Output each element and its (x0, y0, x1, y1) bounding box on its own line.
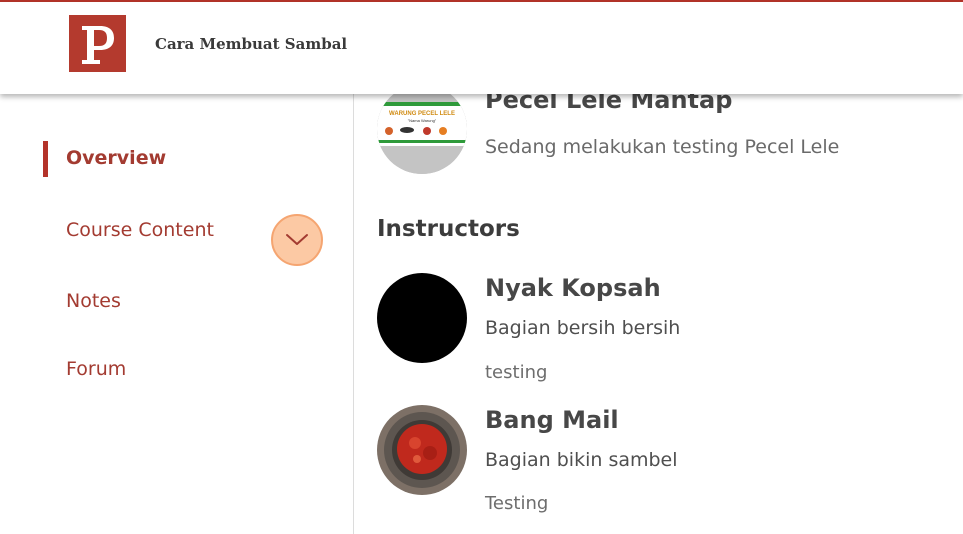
chevron-down-icon (286, 234, 308, 245)
brand-logo[interactable] (69, 15, 126, 72)
expand-course-content-button[interactable] (271, 214, 323, 266)
instructors-heading: Instructors (377, 216, 520, 242)
instructor-avatar (377, 273, 467, 363)
app-header: Cara Membuat Sambal (0, 2, 963, 94)
sambal-bowl-image (377, 405, 467, 495)
sidebar-item-overview[interactable]: Overview (66, 147, 166, 169)
course-title-header: Cara Membuat Sambal (155, 35, 348, 53)
instructor-description: Testing (485, 493, 549, 514)
instructor-role: Bagian bikin sambel (485, 449, 678, 471)
course-image: WARUNG PECEL LELE "Nama Warung" (377, 84, 467, 174)
instructor-name: Bang Mail (485, 406, 619, 434)
banner-text: WARUNG PECEL LELE (389, 111, 455, 117)
instructor-avatar (377, 405, 467, 495)
instructor-role: Bagian bersih bersih (485, 317, 681, 339)
instructor-description: testing (485, 362, 548, 383)
course-subtitle: Sedang melakukan testing Pecel Lele (485, 136, 840, 158)
instructor-name: Nyak Kopsah (485, 274, 661, 302)
course-banner-graphic: WARUNG PECEL LELE "Nama Warung" (377, 84, 467, 174)
active-indicator (43, 141, 48, 177)
sidebar-item-course-content[interactable]: Course Content (66, 219, 214, 241)
sidebar (0, 94, 354, 534)
banner-subtext: "Nama Warung" (408, 118, 437, 123)
logo-p-glyph (81, 25, 114, 64)
sidebar-item-notes[interactable]: Notes (66, 290, 121, 312)
sidebar-item-forum[interactable]: Forum (66, 358, 126, 380)
